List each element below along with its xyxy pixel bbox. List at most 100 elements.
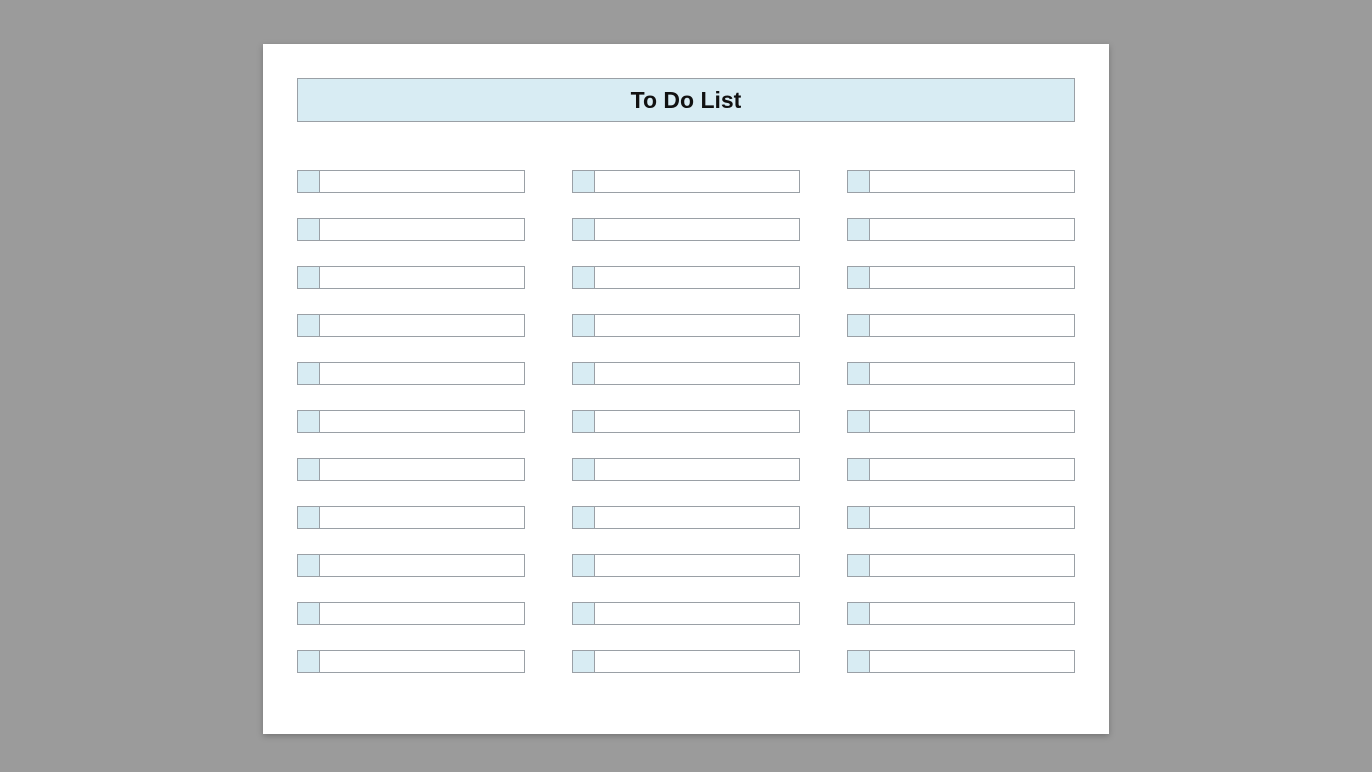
todo-text[interactable]	[595, 651, 799, 672]
checkbox-icon[interactable]	[573, 459, 595, 480]
todo-text[interactable]	[320, 411, 524, 432]
todo-item[interactable]	[572, 554, 800, 577]
todo-text[interactable]	[595, 411, 799, 432]
todo-text[interactable]	[320, 219, 524, 240]
checkbox-icon[interactable]	[848, 651, 870, 672]
checkbox-icon[interactable]	[848, 507, 870, 528]
todo-text[interactable]	[320, 267, 524, 288]
checkbox-icon[interactable]	[573, 267, 595, 288]
checkbox-icon[interactable]	[573, 171, 595, 192]
checkbox-icon[interactable]	[298, 171, 320, 192]
checkbox-icon[interactable]	[848, 411, 870, 432]
todo-item[interactable]	[297, 506, 525, 529]
todo-text[interactable]	[320, 363, 524, 384]
checkbox-icon[interactable]	[298, 459, 320, 480]
todo-text[interactable]	[870, 603, 1074, 624]
todo-item[interactable]	[572, 266, 800, 289]
todo-text[interactable]	[870, 219, 1074, 240]
todo-item[interactable]	[572, 362, 800, 385]
todo-text[interactable]	[595, 363, 799, 384]
todo-text[interactable]	[595, 555, 799, 576]
todo-item[interactable]	[297, 602, 525, 625]
todo-text[interactable]	[595, 507, 799, 528]
todo-item[interactable]	[572, 218, 800, 241]
checkbox-icon[interactable]	[573, 411, 595, 432]
todo-item[interactable]	[847, 554, 1075, 577]
checkbox-icon[interactable]	[573, 603, 595, 624]
todo-text[interactable]	[320, 507, 524, 528]
todo-text[interactable]	[320, 459, 524, 480]
checkbox-icon[interactable]	[298, 507, 320, 528]
todo-item[interactable]	[847, 506, 1075, 529]
checkbox-icon[interactable]	[573, 651, 595, 672]
todo-item[interactable]	[297, 458, 525, 481]
todo-text[interactable]	[320, 555, 524, 576]
todo-text[interactable]	[320, 171, 524, 192]
checkbox-icon[interactable]	[573, 363, 595, 384]
todo-item[interactable]	[847, 314, 1075, 337]
todo-item[interactable]	[297, 410, 525, 433]
checkbox-icon[interactable]	[298, 603, 320, 624]
todo-item[interactable]	[847, 362, 1075, 385]
checkbox-icon[interactable]	[298, 651, 320, 672]
todo-text[interactable]	[870, 651, 1074, 672]
checkbox-icon[interactable]	[298, 219, 320, 240]
todo-text[interactable]	[595, 603, 799, 624]
checkbox-icon[interactable]	[848, 219, 870, 240]
checkbox-icon[interactable]	[573, 555, 595, 576]
todo-text[interactable]	[870, 171, 1074, 192]
checkbox-icon[interactable]	[573, 507, 595, 528]
checkbox-icon[interactable]	[298, 267, 320, 288]
checkbox-icon[interactable]	[848, 315, 870, 336]
checkbox-icon[interactable]	[298, 411, 320, 432]
todo-text[interactable]	[870, 507, 1074, 528]
checkbox-icon[interactable]	[848, 555, 870, 576]
todo-text[interactable]	[320, 651, 524, 672]
checkbox-icon[interactable]	[848, 363, 870, 384]
todo-item[interactable]	[847, 458, 1075, 481]
page-title: To Do List	[631, 87, 742, 114]
checkbox-icon[interactable]	[848, 171, 870, 192]
todo-item[interactable]	[847, 410, 1075, 433]
todo-item[interactable]	[847, 266, 1075, 289]
todo-text[interactable]	[870, 267, 1074, 288]
todo-item[interactable]	[572, 170, 800, 193]
checkbox-icon[interactable]	[848, 267, 870, 288]
todo-item[interactable]	[297, 170, 525, 193]
todo-text[interactable]	[870, 411, 1074, 432]
todo-item[interactable]	[572, 650, 800, 673]
todo-item[interactable]	[572, 602, 800, 625]
todo-text[interactable]	[870, 459, 1074, 480]
checkbox-icon[interactable]	[298, 555, 320, 576]
todo-item[interactable]	[572, 506, 800, 529]
todo-item[interactable]	[847, 218, 1075, 241]
todo-text[interactable]	[320, 315, 524, 336]
todo-item[interactable]	[572, 314, 800, 337]
todo-item[interactable]	[847, 170, 1075, 193]
todo-text[interactable]	[595, 459, 799, 480]
todo-item[interactable]	[847, 602, 1075, 625]
todo-text[interactable]	[595, 315, 799, 336]
todo-text[interactable]	[320, 603, 524, 624]
todo-item[interactable]	[847, 650, 1075, 673]
checkbox-icon[interactable]	[848, 459, 870, 480]
todo-text[interactable]	[870, 363, 1074, 384]
checkbox-icon[interactable]	[848, 603, 870, 624]
todo-text[interactable]	[870, 555, 1074, 576]
checkbox-icon[interactable]	[298, 363, 320, 384]
todo-item[interactable]	[572, 458, 800, 481]
todo-text[interactable]	[595, 171, 799, 192]
checkbox-icon[interactable]	[573, 219, 595, 240]
checkbox-icon[interactable]	[298, 315, 320, 336]
todo-item[interactable]	[297, 362, 525, 385]
todo-item[interactable]	[297, 650, 525, 673]
todo-item[interactable]	[297, 218, 525, 241]
todo-item[interactable]	[297, 266, 525, 289]
todo-text[interactable]	[595, 219, 799, 240]
todo-text[interactable]	[870, 315, 1074, 336]
todo-item[interactable]	[572, 410, 800, 433]
todo-item[interactable]	[297, 314, 525, 337]
todo-item[interactable]	[297, 554, 525, 577]
todo-text[interactable]	[595, 267, 799, 288]
checkbox-icon[interactable]	[573, 315, 595, 336]
